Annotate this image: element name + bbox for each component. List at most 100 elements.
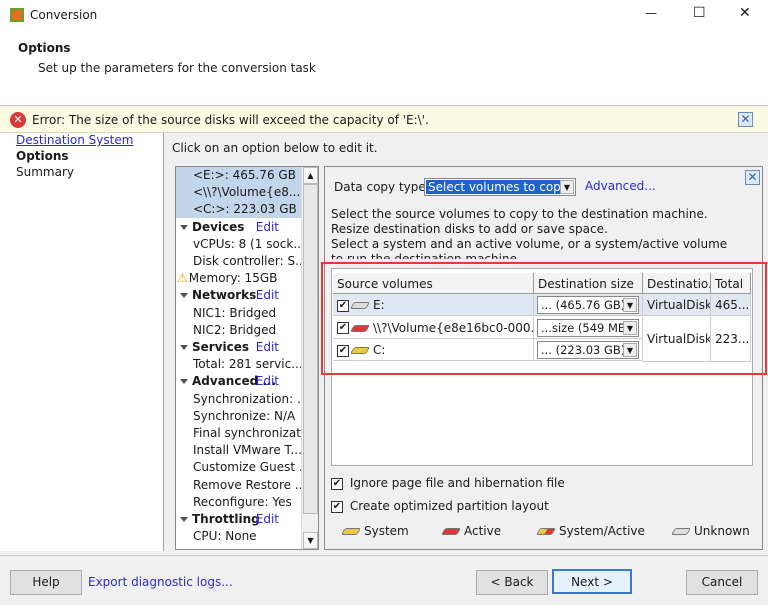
tree-item-label: Devices — [192, 219, 245, 234]
tree-item[interactable]: Total: 281 servic... — [176, 356, 303, 373]
tree-item[interactable]: Disk controller: S... — [176, 253, 307, 270]
tree-section[interactable]: Services Edit — [176, 339, 301, 356]
tree-item-label: <C:>: 223.03 GB — [193, 202, 297, 217]
tree-item[interactable]: NIC1: Bridged — [176, 305, 301, 322]
export-logs-link[interactable]: Export diagnostic logs... — [88, 575, 233, 589]
advanced-link[interactable]: Advanced... — [585, 179, 656, 193]
tree-item[interactable]: Customize Guest ... — [176, 459, 310, 476]
warning-icon: ⚠ — [177, 271, 188, 286]
highlight-rectangle — [321, 262, 767, 375]
error-icon: ✕ — [10, 112, 26, 128]
unknown-disk-icon — [670, 528, 692, 535]
tree-item[interactable]: Final synchronizati... — [176, 425, 316, 442]
title-bar: Conversion — ☐ ✕ — [0, 0, 768, 30]
edit-link[interactable]: Edit — [256, 287, 279, 304]
tree-item[interactable]: Synchronization: ... — [176, 391, 308, 408]
instructions: Click on an option below to edit it. — [172, 141, 378, 155]
edit-link[interactable]: Edit — [256, 373, 279, 390]
tree-item-label: Synchronize: N/A — [193, 408, 296, 423]
collapse-triangle-icon[interactable] — [180, 224, 188, 230]
tree-section[interactable]: Networks Edit — [176, 287, 301, 304]
wizard-header: Options Set up the parameters for the co… — [0, 30, 768, 106]
page-subtitle: Set up the parameters for the conversion… — [38, 61, 316, 75]
legend-unknown-label: Unknown — [694, 524, 750, 538]
tree-item[interactable]: <E:>: 465.76 GB — [176, 167, 301, 184]
system-disk-icon — [340, 528, 362, 535]
tree-item[interactable]: CPU: None — [176, 528, 301, 545]
tree-item[interactable]: Synchronize: N/A — [176, 408, 301, 425]
collapse-triangle-icon[interactable] — [180, 517, 188, 522]
optimized-layout-checkbox[interactable]: ✔ Create optimized partition layout — [331, 499, 549, 513]
footer-divider — [0, 555, 768, 556]
tree-item-label: CPU: None — [193, 529, 257, 544]
back-button[interactable]: < Back — [476, 570, 548, 595]
tree-item[interactable]: vCPUs: 8 (1 sock... — [176, 236, 305, 253]
copy-type-value: Select volumes to copy — [426, 180, 570, 194]
error-message: Error: The size of the source disks will… — [32, 113, 429, 127]
description-line-2: Select a system and an active volume, or… — [331, 237, 728, 259]
checkbox-icon[interactable]: ✔ — [331, 500, 343, 513]
tree-section[interactable]: Throttling Edit — [176, 511, 301, 528]
legend-system-active: System/Active — [535, 524, 645, 538]
active-disk-icon — [440, 528, 462, 535]
scroll-up-icon[interactable]: ▲ — [303, 167, 318, 184]
maximize-button[interactable]: ☐ — [693, 5, 706, 21]
options-tree[interactable]: <E:>: 465.76 GB <\\?\Volume{e8... <C:>: 22… — [175, 166, 319, 550]
tree-item-label: vCPUs: 8 (1 sock... — [193, 236, 305, 251]
tree-item[interactable]: Reconfigure: Yes — [176, 494, 301, 511]
copy-type-label: Data copy type: — [334, 180, 430, 194]
checkbox-icon[interactable]: ✔ — [331, 477, 343, 490]
tree-item-label: Total: 281 servic... — [193, 357, 303, 372]
legend-system: System — [340, 524, 409, 538]
ignore-page-file-label: Ignore page file and hibernation file — [349, 476, 565, 490]
collapse-triangle-icon[interactable] — [180, 379, 188, 385]
tree-item-label: <\\?\Volume{e8... — [193, 185, 301, 200]
tree-item-label: NIC1: Bridged — [193, 305, 277, 320]
collapse-triangle-icon[interactable] — [180, 293, 188, 299]
close-panel-icon[interactable]: ✕ — [745, 170, 760, 185]
legend-system-label: System — [364, 524, 409, 538]
description-line-1: Select the source volumes to copy to the… — [331, 207, 708, 236]
collapse-triangle-icon[interactable] — [180, 345, 188, 350]
tree-item[interactable]: Install VMware T... — [176, 442, 302, 459]
cancel-button[interactable]: Cancel — [686, 570, 758, 595]
nav-destination-system[interactable]: Destination System — [16, 133, 133, 147]
next-button[interactable]: Next > — [552, 569, 632, 594]
chevron-down-icon[interactable]: ▼ — [560, 180, 574, 194]
tree-item-label: NIC2: Bridged — [193, 322, 277, 337]
edit-link[interactable]: Edit — [256, 339, 279, 356]
scroll-thumb[interactable] — [303, 184, 318, 514]
tree-section[interactable]: Devices Edit — [176, 219, 301, 236]
scrollbar[interactable]: ▲ ▼ — [301, 167, 318, 549]
tree-item-label: Customize Guest ... — [193, 460, 311, 475]
tree-item-label: Final synchronizati... — [193, 426, 316, 440]
close-button[interactable]: ✕ — [739, 5, 751, 21]
tree-item[interactable]: Remove Restore ... — [176, 477, 306, 494]
nav-summary[interactable]: Summary — [16, 165, 74, 179]
help-button[interactable]: Help — [10, 570, 82, 595]
tree-item-label: Throttling — [192, 512, 260, 526]
minimize-button[interactable]: — — [645, 6, 657, 20]
nav-options[interactable]: Options — [16, 149, 69, 163]
optimized-layout-label: Create optimized partition layout — [349, 499, 549, 513]
system-active-disk-icon — [535, 528, 557, 535]
tree-item-label: Synchronization: ... — [193, 391, 309, 406]
tree-section[interactable]: Advanced ... Edit — [176, 373, 301, 390]
tree-item[interactable]: ⚠Memory: 15GB — [176, 270, 301, 287]
tree-item[interactable]: NIC2: Bridged — [176, 322, 301, 339]
tree-item-label: Install VMware T... — [193, 443, 302, 458]
tree-item-label: <E:>: 465.76 GB — [193, 168, 296, 182]
tree-item[interactable]: <C:>: 223.03 GB — [176, 201, 301, 219]
tree-item[interactable]: <\\?\Volume{e8... — [176, 184, 301, 202]
dismiss-error-icon[interactable]: ✕ — [738, 112, 753, 127]
tree-item-label: Services — [192, 340, 250, 354]
tree-item-label: Remove Restore ... — [193, 477, 307, 492]
scroll-down-icon[interactable]: ▼ — [303, 532, 318, 549]
ignore-page-file-checkbox[interactable]: ✔ Ignore page file and hibernation file — [331, 476, 565, 490]
error-banner: ✕ Error: The size of the source disks wi… — [0, 107, 768, 133]
copy-type-select[interactable]: Select volumes to copy ▼ — [424, 178, 576, 196]
window-title: Conversion — [30, 8, 98, 22]
edit-link[interactable]: Edit — [256, 511, 279, 528]
edit-link[interactable]: Edit — [256, 219, 279, 236]
wizard-nav: Destination System Options Summary — [0, 133, 164, 551]
